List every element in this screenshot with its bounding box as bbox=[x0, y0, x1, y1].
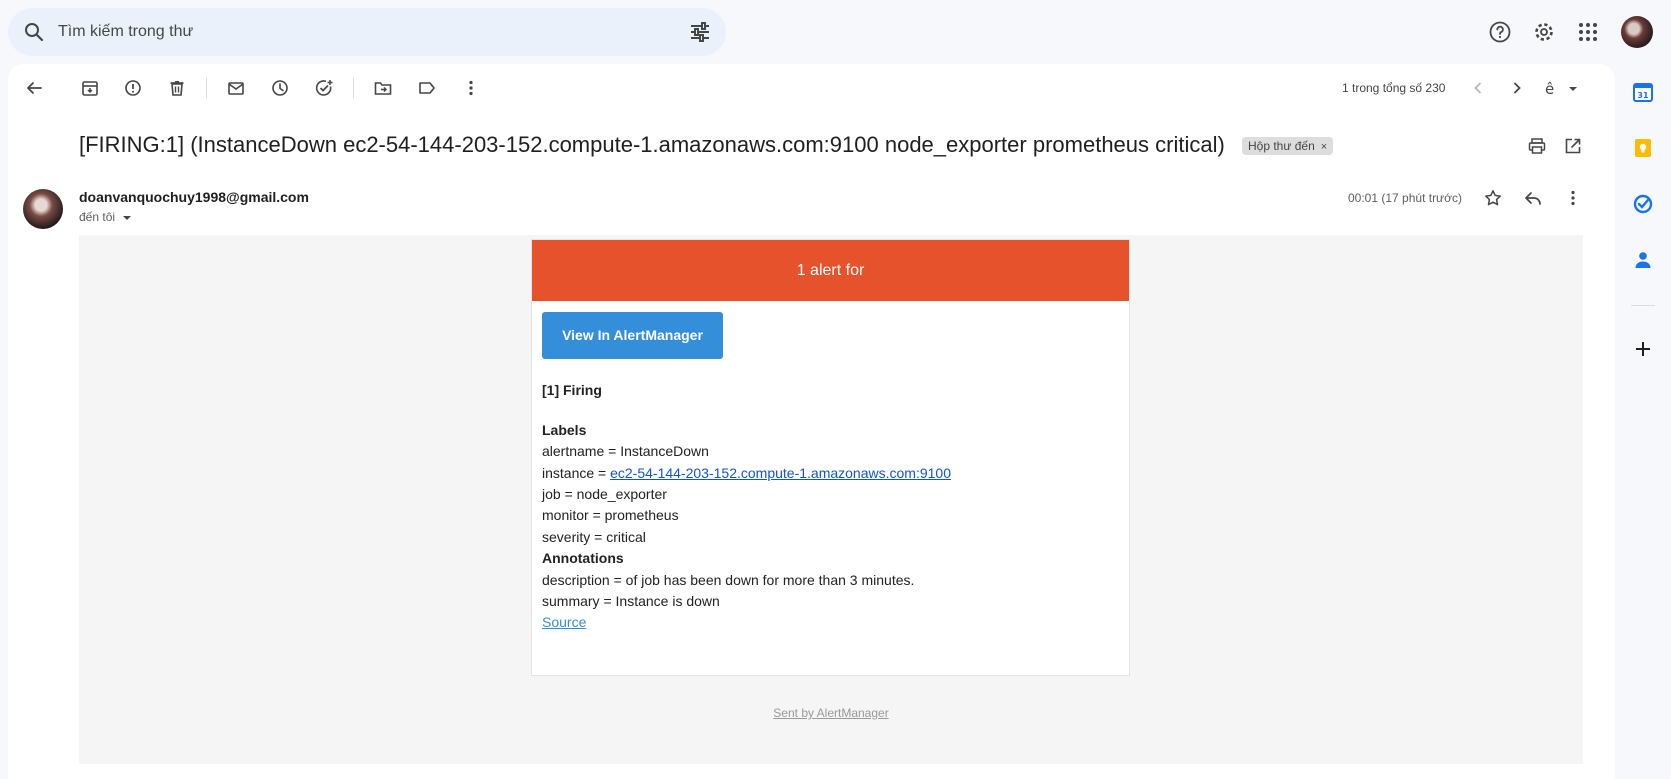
labels-heading: Labels bbox=[542, 422, 587, 438]
source-link[interactable]: Source bbox=[542, 614, 586, 630]
more-icon[interactable] bbox=[461, 78, 481, 98]
pagination-text: 1 trong tổng số 230 bbox=[1342, 81, 1446, 95]
instance-prefix: instance = bbox=[542, 465, 611, 481]
mark-unread-icon[interactable] bbox=[226, 78, 246, 98]
archive-icon[interactable] bbox=[80, 78, 100, 98]
sender-avatar[interactable] bbox=[23, 189, 63, 229]
label-job: job = node_exporter bbox=[542, 486, 667, 502]
email-body: 1 alert for View In AlertManager [1] Fir… bbox=[79, 235, 1583, 764]
next-icon[interactable] bbox=[1507, 78, 1527, 98]
reply-icon[interactable] bbox=[1523, 188, 1543, 208]
print-icon[interactable] bbox=[1527, 136, 1547, 156]
help-icon[interactable] bbox=[1488, 20, 1512, 44]
label-icon[interactable] bbox=[417, 78, 437, 98]
annotation-description: description = of job has been down for m… bbox=[542, 572, 915, 588]
inbox-label-chip[interactable]: Hộp thư đến × bbox=[1242, 137, 1334, 155]
star-icon[interactable] bbox=[1483, 188, 1503, 208]
tasks-icon[interactable] bbox=[1631, 192, 1655, 216]
settings-icon[interactable] bbox=[1532, 20, 1556, 44]
annotations-heading: Annotations bbox=[542, 550, 624, 566]
filter-icon[interactable] bbox=[688, 20, 712, 44]
svg-text:ê: ê bbox=[1545, 80, 1554, 98]
label-alertname: alertname = InstanceDown bbox=[542, 443, 709, 459]
label-instance: instance = ec2-54-144-203-152.compute-1.… bbox=[542, 465, 951, 481]
remove-label-button[interactable]: × bbox=[1321, 141, 1327, 153]
label-severity: severity = critical bbox=[542, 529, 646, 545]
view-in-alertmanager-button[interactable]: View In AlertManager bbox=[542, 312, 723, 359]
back-icon[interactable] bbox=[24, 78, 44, 98]
message-more-icon[interactable] bbox=[1563, 188, 1583, 208]
alert-card: 1 alert for View In AlertManager [1] Fir… bbox=[531, 239, 1130, 676]
email-subject: [FIRING:1] (InstanceDown ec2-54-144-203-… bbox=[79, 132, 1225, 157]
message-panel: 1 trong tổng số 230 ê [FIRING:1] (Instan… bbox=[8, 64, 1615, 779]
contacts-icon[interactable] bbox=[1631, 248, 1655, 272]
source-link-row: Source bbox=[542, 614, 586, 630]
search-icon[interactable] bbox=[22, 20, 46, 44]
svg-text:31: 31 bbox=[1637, 91, 1649, 100]
move-to-icon[interactable] bbox=[373, 78, 393, 98]
apps-icon[interactable] bbox=[1576, 20, 1600, 44]
firing-heading: [1] Firing bbox=[542, 382, 602, 398]
input-tools-icon[interactable]: ê bbox=[1544, 78, 1580, 98]
delete-icon[interactable] bbox=[167, 78, 187, 98]
spam-icon[interactable] bbox=[123, 78, 143, 98]
alert-header: 1 alert for bbox=[532, 240, 1129, 301]
add-icon[interactable] bbox=[1631, 337, 1655, 361]
annotation-summary: summary = Instance is down bbox=[542, 593, 720, 609]
instance-link[interactable]: ec2-54-144-203-152.compute-1.amazonaws.c… bbox=[610, 465, 951, 481]
search-bar[interactable]: Tìm kiếm trong thư bbox=[8, 8, 726, 56]
chevron-down-icon bbox=[123, 215, 132, 220]
toolbar-divider bbox=[353, 78, 354, 98]
side-panel-divider bbox=[1631, 305, 1655, 306]
recipient-dropdown[interactable]: đến tôi bbox=[79, 210, 133, 224]
sender-email[interactable]: doanvanquochuy1998@gmail.com bbox=[79, 189, 309, 205]
keep-icon[interactable] bbox=[1631, 136, 1655, 160]
open-new-window-icon[interactable] bbox=[1563, 136, 1583, 156]
recipient-text: đến tôi bbox=[79, 210, 116, 224]
top-bar: Tìm kiếm trong thư bbox=[0, 0, 1671, 64]
email-timestamp: 00:01 (17 phút trước) bbox=[1348, 191, 1462, 205]
account-avatar[interactable] bbox=[1621, 16, 1653, 48]
sent-by-alertmanager-link[interactable]: Sent by AlertManager bbox=[79, 706, 1583, 720]
search-input[interactable]: Tìm kiếm trong thư bbox=[58, 23, 193, 41]
calendar-icon[interactable]: 31 bbox=[1631, 80, 1655, 104]
prev-icon[interactable] bbox=[1468, 78, 1488, 98]
toolbar-divider bbox=[206, 78, 207, 98]
snooze-icon[interactable] bbox=[270, 78, 290, 98]
label-monitor: monitor = prometheus bbox=[542, 507, 679, 523]
add-task-icon[interactable] bbox=[314, 78, 334, 98]
label-chip-text: Hộp thư đến bbox=[1248, 139, 1315, 153]
